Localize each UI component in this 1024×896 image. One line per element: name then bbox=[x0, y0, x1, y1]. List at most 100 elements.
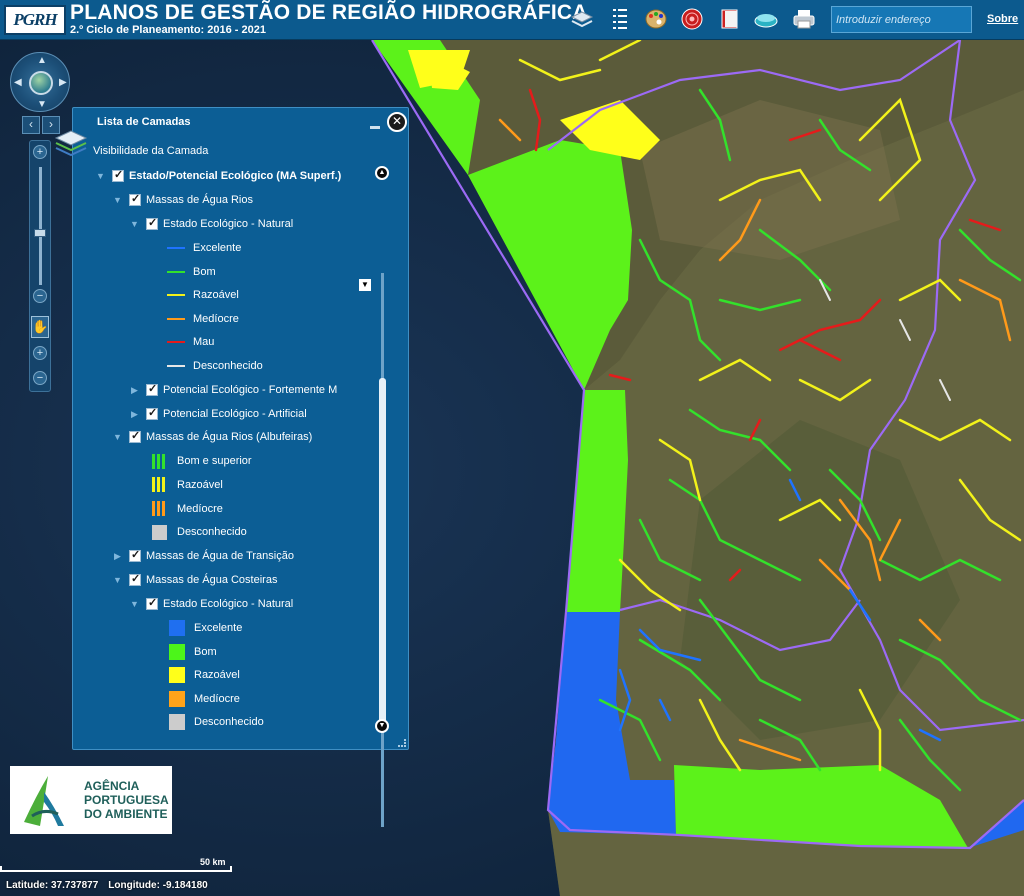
legend-item: Medíocre bbox=[167, 310, 239, 328]
layer-visibility-label: Visibilidade da Camada bbox=[93, 145, 209, 157]
layer-checkbox[interactable] bbox=[129, 548, 141, 562]
layer-checkbox[interactable] bbox=[146, 596, 158, 610]
address-search-input[interactable] bbox=[831, 6, 972, 33]
legend-swatch bbox=[152, 501, 167, 517]
zoom-box-out-icon[interactable]: − bbox=[33, 371, 47, 385]
layer-label: Estado Ecológico - Natural bbox=[163, 218, 294, 230]
expand-icon[interactable]: ▶ bbox=[129, 409, 140, 420]
agency-name-line2: PORTUGUESA bbox=[84, 793, 169, 807]
collapse-icon[interactable]: ▼ bbox=[112, 432, 123, 442]
layer-list-panel: Lista de Camadas ✕ Visibilidade da Camad… bbox=[54, 107, 409, 827]
layer-checkbox[interactable] bbox=[129, 192, 141, 206]
collapse-icon[interactable]: ▼ bbox=[95, 171, 106, 181]
layers-tool-icon[interactable] bbox=[568, 6, 596, 32]
legend-swatch bbox=[169, 643, 185, 660]
previous-extent-button[interactable]: ‹ bbox=[22, 116, 40, 134]
panel-title: Lista de Camadas bbox=[97, 116, 191, 128]
layer-label: Massas de Água Costeiras bbox=[146, 574, 278, 586]
pan-right-icon[interactable]: ▶ bbox=[59, 77, 67, 88]
collapse-icon[interactable]: ▼ bbox=[129, 219, 140, 229]
legend-item: Mau bbox=[167, 333, 214, 351]
zoom-box-in-icon[interactable]: + bbox=[33, 346, 47, 360]
layer-row-costeiras-natural[interactable]: ▼ Estado Ecológico - Natural bbox=[129, 595, 293, 613]
scrollbar-thumb[interactable] bbox=[379, 378, 386, 732]
layer-checkbox[interactable] bbox=[146, 406, 158, 420]
scroll-down-icon[interactable]: ▼ bbox=[375, 719, 389, 733]
legend-swatch bbox=[152, 453, 167, 469]
pan-down-icon[interactable]: ▼ bbox=[37, 99, 47, 110]
book-tool-icon[interactable] bbox=[716, 6, 744, 32]
apa-emblem-icon bbox=[24, 776, 64, 826]
layer-row-costeiras[interactable]: ▼ Massas de Água Costeiras bbox=[112, 571, 277, 589]
layers-stack-icon bbox=[54, 130, 88, 157]
layer-checkbox[interactable] bbox=[146, 382, 158, 396]
legend-label: Desconhecido bbox=[193, 360, 263, 372]
legend-item: Excelente bbox=[169, 619, 242, 637]
legend-label: Bom e superior bbox=[177, 455, 252, 467]
list-tool-icon[interactable] bbox=[606, 6, 634, 32]
layer-checkbox[interactable] bbox=[112, 168, 124, 182]
legend-item: Desconhecido bbox=[169, 713, 264, 731]
layer-label: Estado Ecológico - Natural bbox=[163, 598, 294, 610]
expand-icon[interactable]: ▶ bbox=[129, 385, 140, 396]
layer-row-transicao[interactable]: ▶ Massas de Água de Transição bbox=[112, 547, 294, 565]
layer-row-rios[interactable]: ▼ Massas de Água Rios bbox=[112, 191, 253, 209]
layer-checkbox[interactable] bbox=[146, 216, 158, 230]
palette-tool-icon[interactable] bbox=[642, 6, 670, 32]
legend-swatch bbox=[167, 270, 185, 273]
legend-label: Razoável bbox=[177, 478, 223, 491]
legend-label: Excelente bbox=[194, 622, 243, 634]
basemap-tool-icon[interactable] bbox=[752, 6, 780, 32]
legend-item: Bom bbox=[167, 263, 216, 281]
layer-row-root[interactable]: ▼ Estado/Potencial Ecológico (MA Superf.… bbox=[95, 167, 341, 185]
zoom-out-button[interactable]: − bbox=[33, 289, 47, 303]
legend-label: Desconhecido bbox=[194, 716, 264, 729]
legend-swatch bbox=[169, 690, 185, 707]
expand-icon[interactable]: ▶ bbox=[112, 551, 123, 562]
legend-swatch bbox=[167, 294, 185, 297]
collapse-icon[interactable]: ▼ bbox=[112, 575, 123, 585]
legend-label: Excelente bbox=[193, 242, 242, 254]
layer-row-albufeiras[interactable]: ▼ Massas de Água Rios (Albufeiras) bbox=[112, 428, 312, 446]
pan-up-icon[interactable]: ▲ bbox=[37, 55, 47, 66]
zoom-thumb[interactable] bbox=[34, 229, 46, 237]
longitude-readout: Longitude: -9.184180 bbox=[108, 880, 208, 891]
layer-checkbox[interactable] bbox=[129, 429, 141, 443]
legend-item: Desconhecido bbox=[167, 357, 263, 375]
collapse-icon[interactable]: ▼ bbox=[129, 599, 140, 609]
layer-options-dropdown[interactable]: ▼ bbox=[359, 279, 371, 291]
layer-row-rios-natural[interactable]: ▼ Estado Ecológico - Natural bbox=[129, 215, 293, 233]
pan-navigation-ring[interactable]: ▲ ▼ ◀ ▶ bbox=[10, 52, 70, 112]
legend-item: Medíocre bbox=[152, 500, 223, 518]
zoom-slider[interactable]: + − ✋ + − bbox=[29, 140, 51, 392]
target-tool-icon[interactable] bbox=[678, 6, 706, 32]
legend-swatch bbox=[169, 620, 185, 636]
pan-left-icon[interactable]: ◀ bbox=[14, 77, 22, 88]
scroll-up-icon[interactable]: ▲ bbox=[375, 166, 389, 180]
print-tool-icon[interactable] bbox=[790, 6, 818, 32]
collapse-icon[interactable]: ▼ bbox=[112, 195, 123, 205]
layer-checkbox[interactable] bbox=[129, 572, 141, 586]
minimize-button[interactable] bbox=[370, 126, 380, 129]
coordinate-readout: Latitude: 37.737877 Longitude: -9.184180 bbox=[0, 880, 208, 896]
legend-label: Medíocre bbox=[194, 692, 240, 705]
legend-swatch bbox=[169, 714, 185, 731]
legend-item: Bom e superior bbox=[152, 452, 252, 470]
resize-grip-icon[interactable] bbox=[398, 739, 406, 747]
layer-row-artificial[interactable]: ▶ Potencial Ecológico - Artificial bbox=[129, 405, 307, 423]
legend-item: Excelente bbox=[167, 239, 241, 257]
about-link[interactable]: Sobre bbox=[987, 13, 1018, 25]
zoom-in-button[interactable]: + bbox=[33, 145, 47, 159]
legend-swatch bbox=[167, 341, 185, 344]
globe-icon[interactable] bbox=[29, 71, 53, 95]
legend-label: Medíocre bbox=[177, 502, 223, 515]
pan-hand-icon[interactable]: ✋ bbox=[31, 316, 49, 338]
legend-swatch bbox=[167, 247, 185, 249]
latitude-readout: Latitude: 37.737877 bbox=[6, 880, 99, 891]
layer-row-fortemente[interactable]: ▶ Potencial Ecológico - Fortemente M bbox=[129, 381, 337, 399]
legend-item: Bom bbox=[169, 643, 217, 661]
close-icon[interactable]: ✕ bbox=[387, 112, 407, 132]
legend-label: Bom bbox=[193, 265, 216, 278]
zoom-track[interactable] bbox=[39, 167, 42, 285]
legend-label: Mau bbox=[193, 336, 215, 349]
